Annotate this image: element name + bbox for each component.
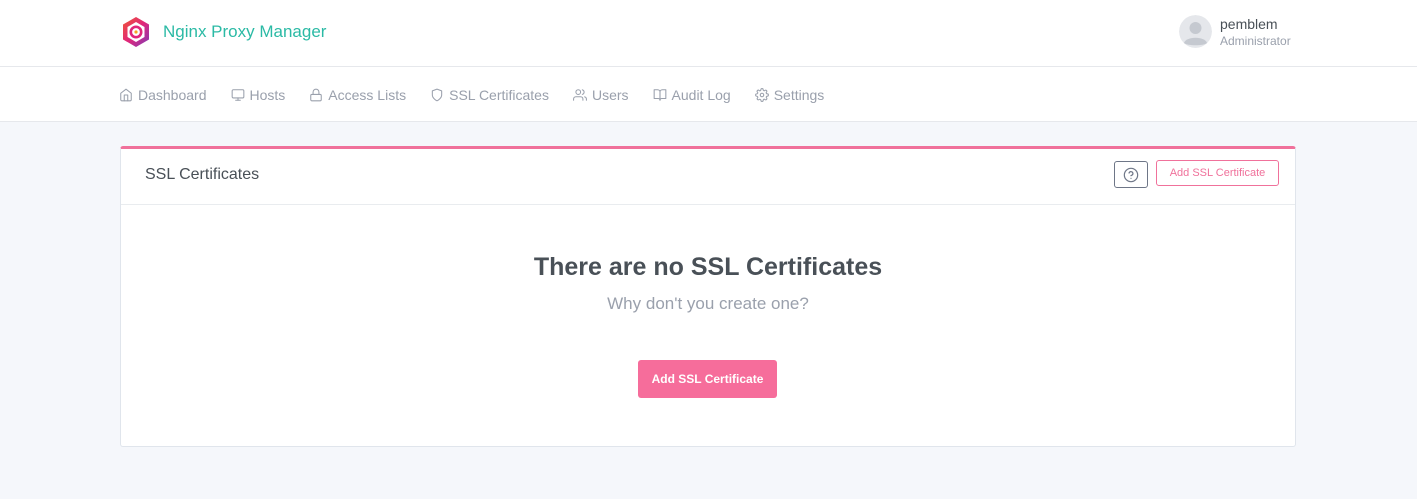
user-role: Administrator [1220,34,1291,48]
nav-item-label: Dashboard [138,86,207,103]
nav-item-audit-log[interactable]: Audit Log [653,87,731,103]
help-button[interactable] [1114,161,1148,188]
nav-item-label: Audit Log [671,86,731,103]
nav-menu: Dashboard Hosts Access Lists SSL Certifi… [119,67,848,122]
nav-item-label: Settings [773,86,825,103]
nav-item-settings[interactable]: Settings [754,86,825,103]
user-name: pemblem [1220,16,1278,32]
user-info: pemblem Administrator [1220,16,1291,47]
avatar [1179,15,1212,48]
brand-name: Nginx Proxy Manager [163,22,327,41]
help-circle-icon [1123,167,1139,182]
nav-item-users[interactable]: Users [573,87,629,103]
empty-state-title: There are no SSL Certificates [533,253,883,281]
nav-item-label: Hosts [249,86,286,103]
shield-icon [431,88,443,101]
nav-item-ssl-certificates[interactable]: SSL Certificates [430,87,549,103]
nav-item-hosts[interactable]: Hosts [231,86,286,103]
nav-item-access-lists[interactable]: Access Lists [309,87,406,103]
top-header: Nginx Proxy Manager pemblem Administrato… [0,0,1417,67]
nav-item-label: Access Lists [328,86,407,103]
card-title: SSL Certificates [145,166,260,183]
nginx-proxy-manager-logo-icon [123,17,149,47]
book-open-icon [653,88,666,101]
main-navigation: Dashboard Hosts Access Lists SSL Certifi… [0,67,1417,122]
users-icon [573,88,587,101]
empty-state-subtitle: Why don't you create one? [607,294,809,313]
empty-state-add-button[interactable]: Add SSL Certificate [638,360,777,398]
nav-item-dashboard[interactable]: Dashboard [119,87,207,103]
ssl-certificates-card: SSL Certificates Add SSL Certificate The… [120,146,1296,447]
user-menu[interactable]: pemblem Administrator [1179,15,1291,48]
gear-icon [754,87,769,102]
nav-item-label: Users [591,86,629,103]
card-header: SSL Certificates Add SSL Certificate [121,149,1295,205]
home-icon [120,88,132,101]
brand-link[interactable]: Nginx Proxy Manager [120,15,326,49]
nav-item-label: SSL Certificates [449,86,549,103]
lock-icon [310,88,323,101]
monitor-icon [231,88,244,101]
add-ssl-certificate-button[interactable]: Add SSL Certificate [1156,160,1279,186]
